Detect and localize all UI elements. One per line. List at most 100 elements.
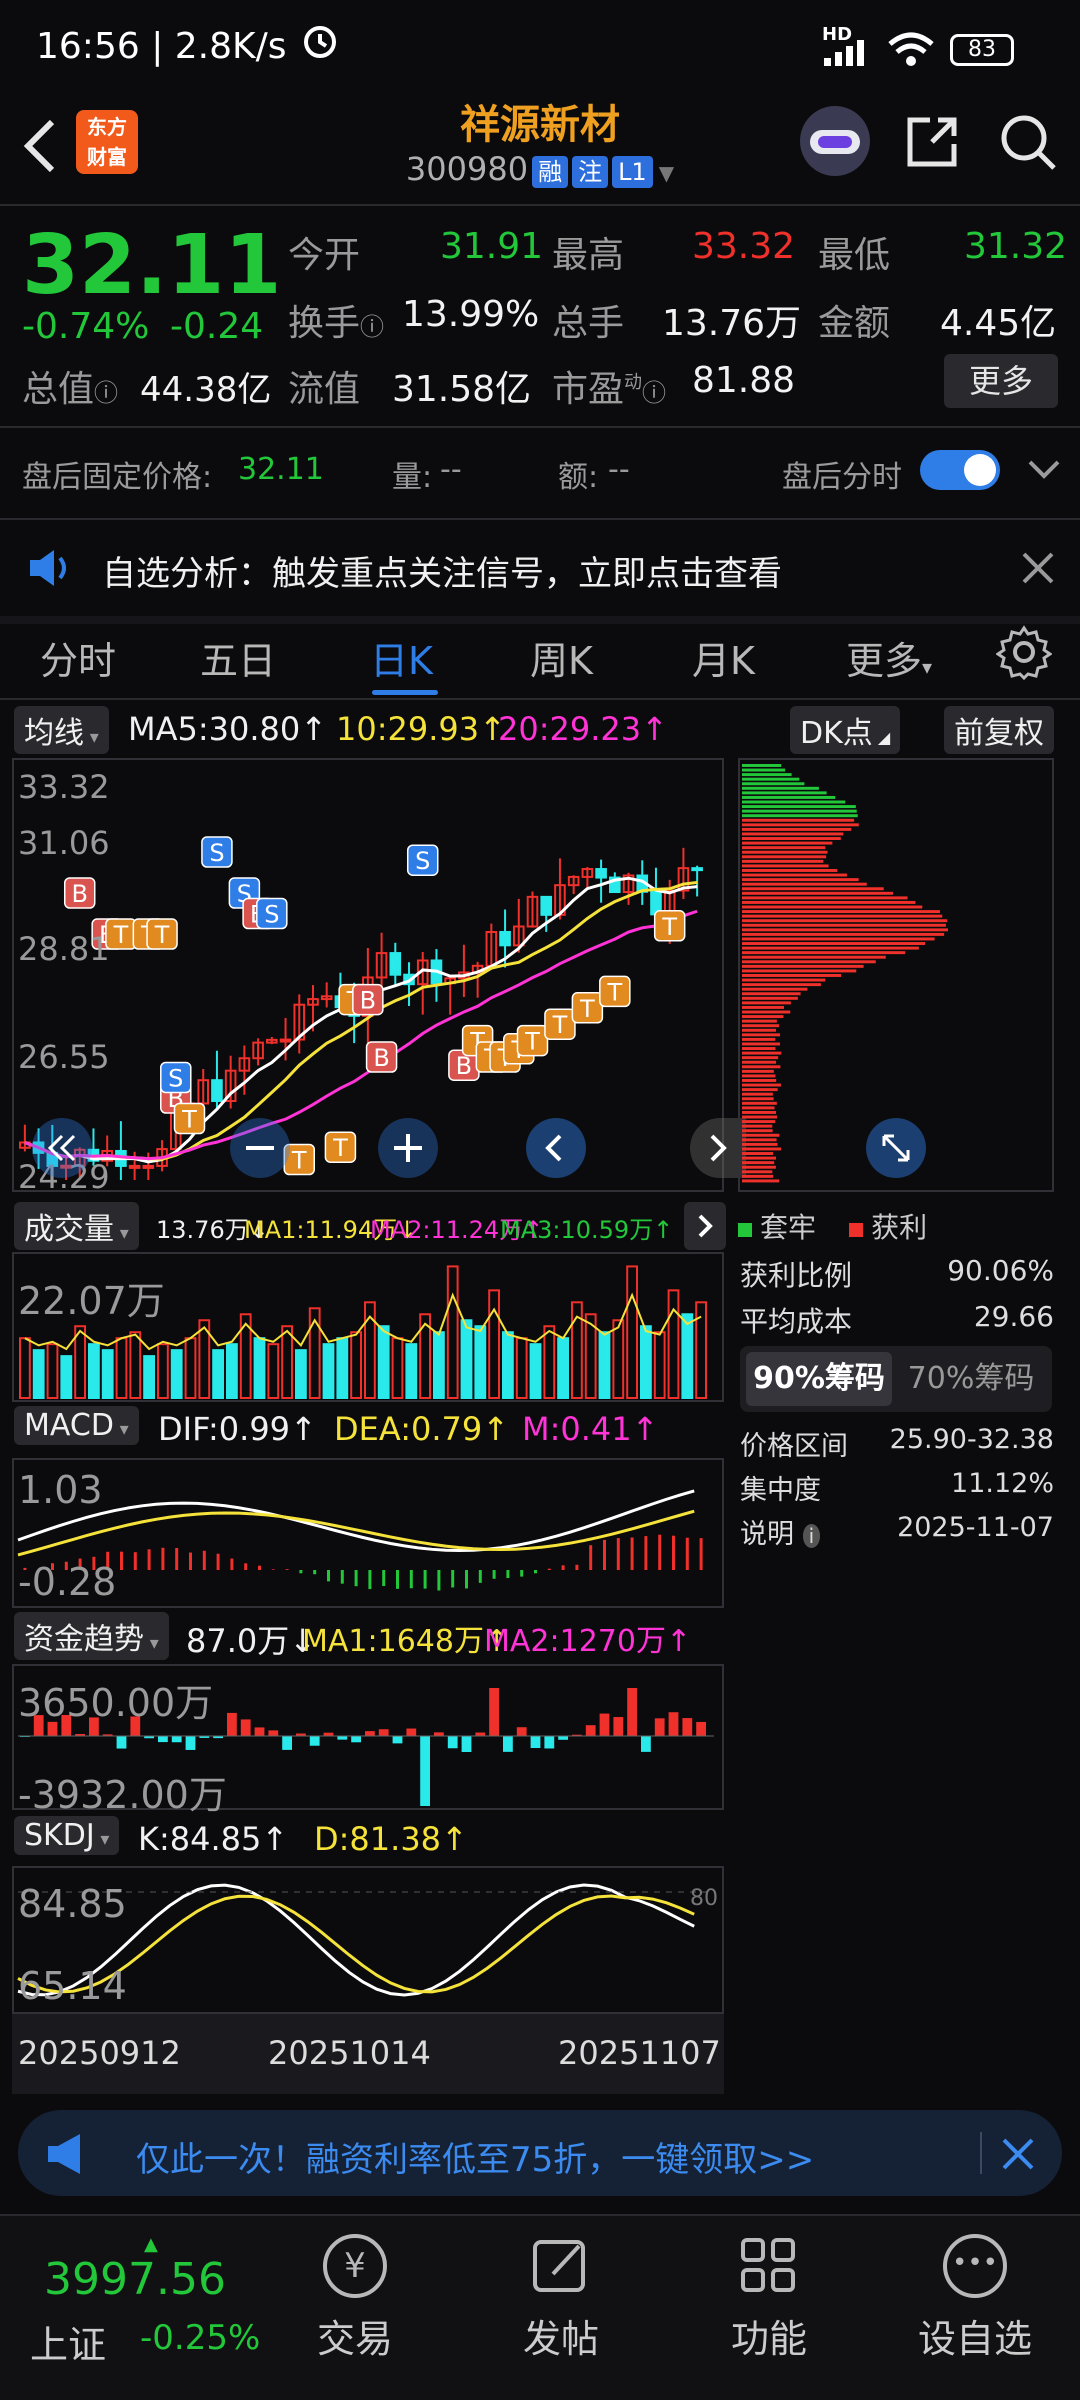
macd-indicator-select[interactable]: MACD ▾ bbox=[14, 1406, 139, 1445]
candle-body bbox=[279, 1038, 292, 1043]
period-tabs: 分时 五日 日K 周K 月K 更多▾ bbox=[0, 610, 1080, 698]
zoom-out-button[interactable] bbox=[230, 1118, 290, 1178]
tab-intraday[interactable]: 分时 bbox=[40, 630, 116, 685]
macd-dea-line bbox=[17, 1509, 695, 1557]
chip-bar bbox=[742, 1138, 777, 1142]
chip-bar bbox=[742, 983, 821, 987]
scroll-left-button[interactable] bbox=[526, 1118, 586, 1178]
ah-amount-value: -- bbox=[608, 452, 630, 487]
megaphone-icon bbox=[48, 2134, 80, 2174]
volume-bar bbox=[460, 1319, 473, 1399]
tab-monthly-k[interactable]: 月K bbox=[692, 630, 755, 685]
chip-bar bbox=[742, 1120, 776, 1124]
index-change: -0.25% bbox=[140, 2318, 261, 2358]
settings-gear-icon[interactable] bbox=[996, 624, 1052, 680]
dk-point-button[interactable]: DK点 ◢ bbox=[790, 706, 901, 754]
avg-cost-value: 29.66 bbox=[973, 1300, 1054, 1333]
skdj-indicator-select[interactable]: SKDJ ▾ bbox=[14, 1816, 120, 1855]
tab-five-day[interactable]: 五日 bbox=[200, 630, 276, 685]
adjust-button[interactable]: 前复权 bbox=[944, 706, 1054, 754]
chip-bar bbox=[742, 900, 916, 904]
nav-post[interactable]: 发帖 bbox=[496, 2234, 626, 2384]
volume-bar bbox=[640, 1325, 652, 1399]
macd-y-bottom: -0.28 bbox=[18, 1560, 117, 1604]
close-icon[interactable] bbox=[1020, 550, 1056, 586]
chip-bar bbox=[742, 1037, 776, 1041]
volume-bar bbox=[377, 1325, 390, 1399]
ma5-value: MA5:30.80↑ bbox=[128, 710, 328, 748]
nav-add-watchlist[interactable]: ••• 设自选 bbox=[900, 2234, 1050, 2384]
fund-ma1: MA1:1648万↑ bbox=[302, 1624, 510, 1659]
search-icon[interactable] bbox=[996, 110, 1060, 174]
more-button[interactable]: 更多 bbox=[944, 354, 1058, 408]
status-time: 16:56 | 2.8K/s bbox=[36, 26, 287, 67]
tab-weekly-k[interactable]: 周K bbox=[530, 630, 593, 685]
close-icon[interactable] bbox=[1000, 2136, 1036, 2172]
fund-bar bbox=[282, 1736, 292, 1750]
candle-body bbox=[540, 895, 553, 916]
chip-bar bbox=[742, 978, 826, 982]
chip-bar bbox=[742, 1115, 778, 1119]
share-icon[interactable] bbox=[902, 112, 962, 172]
tab-chip-90[interactable]: 90%筹码 bbox=[746, 1352, 892, 1406]
date-label: 20251107 bbox=[558, 2034, 721, 2072]
volume-indicator-select[interactable]: 成交量 ▾ bbox=[14, 1202, 139, 1250]
fund-ma2: MA2:1270万↑ bbox=[484, 1624, 692, 1659]
promo-banner[interactable]: 仅此一次！融资利率低至75折，一键领取>> bbox=[18, 2110, 1062, 2196]
signal-marker-label: T bbox=[606, 978, 622, 1006]
volume-chart[interactable]: 22.07万 bbox=[12, 1252, 724, 1402]
chip-bar bbox=[742, 969, 857, 973]
fund-bar bbox=[392, 1736, 403, 1744]
expand-panel-button[interactable] bbox=[684, 1202, 726, 1250]
ah-volume-value: -- bbox=[440, 452, 462, 487]
macd-chart[interactable]: 1.03 -0.28 bbox=[12, 1458, 724, 1608]
index-ticker[interactable]: ▲ 3997.56 上证 -0.25% bbox=[20, 2234, 280, 2374]
tab-daily-k[interactable]: 日K bbox=[370, 630, 433, 685]
chevron-down-icon[interactable] bbox=[1024, 454, 1064, 484]
chip-bar bbox=[742, 951, 906, 955]
fund-bar bbox=[447, 1736, 458, 1749]
volume-bar bbox=[405, 1343, 418, 1399]
chip-details: 价格区间 25.90-32.38 集中度 11.12% 说明 i 2025-11-07 bbox=[740, 1424, 1054, 1556]
chip-bar bbox=[742, 1124, 773, 1128]
rewind-button[interactable] bbox=[32, 1118, 92, 1178]
ma10-value: 10:29.93↑ bbox=[336, 710, 506, 748]
nav-trade[interactable]: ¥ 交易 bbox=[290, 2234, 420, 2384]
tab-more[interactable]: 更多▾ bbox=[846, 630, 932, 685]
macd-lines bbox=[17, 1489, 703, 1591]
nav-trade-label: 交易 bbox=[316, 2317, 393, 2361]
fund-bar bbox=[503, 1736, 513, 1752]
chip-bar bbox=[742, 914, 943, 918]
ma-indicator-select[interactable]: 均线 ▾ bbox=[14, 706, 109, 754]
kline-chart[interactable]: BBTTTBTSSSBSTTTBBSBTTTTTTTTT 33.32 31.06… bbox=[12, 758, 746, 1196]
chip-distribution-chart[interactable] bbox=[738, 758, 1054, 1192]
zoom-in-button[interactable] bbox=[378, 1118, 438, 1178]
fund-indicator-select[interactable]: 资金趋势 ▾ bbox=[14, 1612, 169, 1660]
chip-bar bbox=[742, 1106, 775, 1110]
after-hours-toggle[interactable] bbox=[920, 450, 1000, 490]
nav-functions[interactable]: 功能 bbox=[704, 2234, 834, 2384]
chip-bar bbox=[742, 818, 855, 822]
expand-icon[interactable] bbox=[866, 1118, 926, 1178]
tab-chip-70[interactable]: 70%筹码 bbox=[896, 1352, 1046, 1406]
chip-bar bbox=[742, 837, 841, 841]
high-value: 33.32 bbox=[692, 226, 796, 267]
concentration-value: 11.12% bbox=[951, 1468, 1054, 1499]
robot-assistant-icon[interactable] bbox=[800, 106, 870, 176]
chip-bar bbox=[742, 1065, 781, 1069]
info-icon: i bbox=[802, 1524, 821, 1548]
candle-body bbox=[691, 867, 703, 872]
volume-bar bbox=[488, 1289, 501, 1399]
chip-bar bbox=[742, 882, 867, 886]
amount-label: 金额 bbox=[818, 303, 891, 344]
quote-panel: 32.11 -0.74% -0.24 今开 31.91 最高 33.32 最低 … bbox=[0, 206, 1080, 426]
volume-bar bbox=[529, 1343, 542, 1399]
notice-bar[interactable]: 自选分析：触发重点关注信号，立即点击查看 bbox=[0, 520, 1080, 616]
fixed-price-value: 32.11 bbox=[238, 452, 324, 487]
skdj-chart[interactable]: 84.85 65.14 80 bbox=[12, 1866, 724, 2014]
candle-body bbox=[595, 868, 607, 879]
chip-bar bbox=[742, 905, 923, 909]
chip-bar bbox=[742, 777, 800, 781]
chip-bar bbox=[742, 1019, 777, 1023]
fund-chart[interactable]: 3650.00万 -3932.00万 bbox=[12, 1664, 724, 1817]
